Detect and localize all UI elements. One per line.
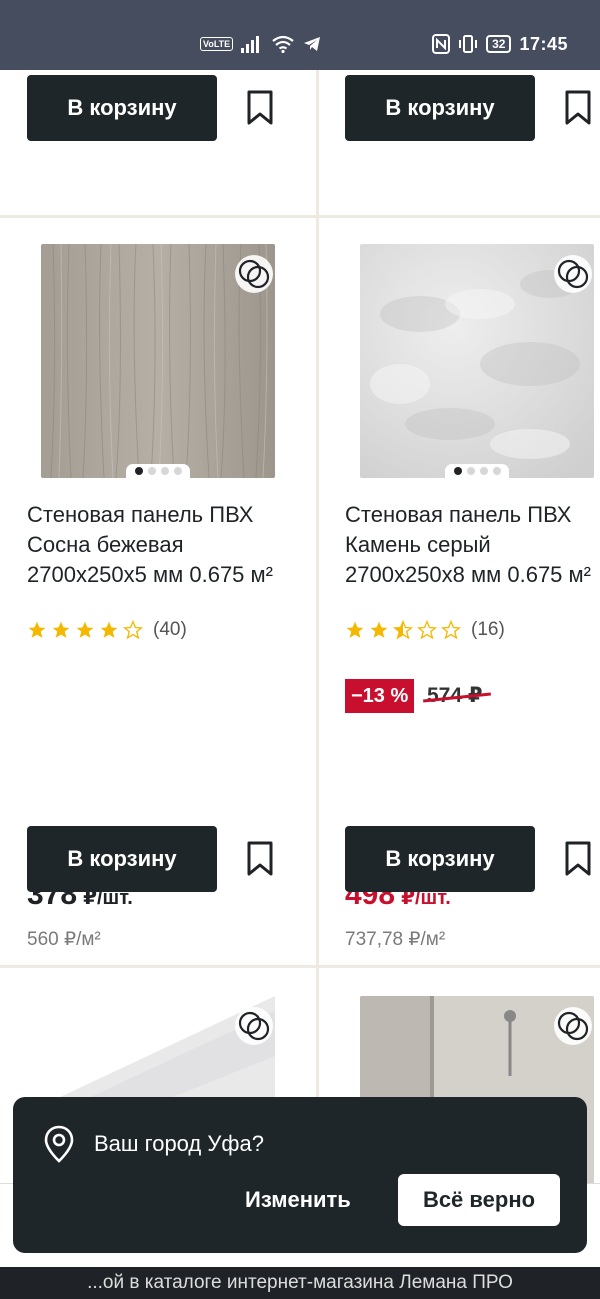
- unit-price: 560 ₽/м²: [27, 929, 101, 950]
- bookmark-icon[interactable]: [564, 841, 592, 877]
- product-rating: (40): [27, 619, 187, 641]
- bookmark-icon[interactable]: [564, 90, 592, 126]
- image-pager: [126, 464, 190, 478]
- star-empty-icon: [123, 620, 143, 640]
- status-left: VoLTE: [200, 32, 321, 56]
- review-count[interactable]: (40): [153, 619, 187, 641]
- star-empty-icon: [441, 620, 461, 640]
- star-empty-icon: [417, 620, 437, 640]
- product-title[interactable]: Стеновая панель ПВХ Камень серый 2700x25…: [345, 500, 600, 590]
- discount-badge: −13 %: [345, 679, 415, 713]
- pager-dot[interactable]: [160, 467, 169, 475]
- wifi-icon: [272, 35, 294, 53]
- product-title[interactable]: Стеновая панель ПВХ Сосна бежевая 2700x2…: [27, 500, 289, 590]
- compare-icon[interactable]: [553, 1006, 593, 1046]
- battery-icon: 32: [486, 35, 512, 53]
- pager-dot[interactable]: [147, 467, 156, 475]
- city-confirm-popup: Ваш город Уфа? Изменить Всё верно: [13, 1097, 587, 1253]
- review-count[interactable]: (16): [471, 619, 505, 641]
- footer-banner: ...ой в каталоге интернет-магазина Леман…: [0, 1267, 600, 1299]
- product-card: В корзину: [319, 70, 600, 215]
- pager-dot[interactable]: [492, 467, 501, 475]
- clock: 17:45: [519, 33, 568, 54]
- star-full-icon: [76, 621, 94, 638]
- pager-dot[interactable]: [466, 467, 475, 475]
- vibrate-icon: [459, 35, 478, 53]
- pager-dot[interactable]: [173, 467, 182, 475]
- star-half-icon: [393, 620, 413, 640]
- star-full-icon: [52, 621, 70, 638]
- location-pin-icon: [44, 1125, 74, 1163]
- star-full-icon: [346, 621, 364, 638]
- compare-icon[interactable]: [234, 1006, 274, 1046]
- volte-badge: VoLTE: [200, 37, 234, 51]
- city-question: Ваш город Уфа?: [94, 1131, 264, 1156]
- compare-icon[interactable]: [553, 254, 593, 294]
- nfc-icon: [432, 34, 451, 54]
- compare-icon[interactable]: [234, 254, 274, 294]
- star-full-icon: [370, 621, 388, 638]
- status-bar: VoLTE 32 17:45: [0, 0, 600, 70]
- star-full-icon: [28, 621, 46, 638]
- pager-dot[interactable]: [134, 467, 143, 475]
- add-to-cart-button[interactable]: В корзину: [345, 75, 535, 141]
- telegram-icon: [304, 37, 321, 51]
- bookmark-icon[interactable]: [246, 90, 274, 126]
- confirm-city-button[interactable]: Всё верно: [398, 1174, 560, 1226]
- unit-price: 737,78 ₽/м²: [345, 929, 446, 950]
- pager-dot[interactable]: [479, 467, 488, 475]
- add-to-cart-button[interactable]: В корзину: [27, 826, 217, 892]
- signal-icon: [241, 36, 260, 53]
- add-to-cart-button[interactable]: В корзину: [345, 826, 535, 892]
- star-full-icon: [100, 621, 118, 638]
- status-right: 32 17:45: [432, 32, 568, 56]
- image-pager: [445, 464, 509, 478]
- product-rating: (16): [345, 619, 505, 641]
- change-city-button[interactable]: Изменить: [245, 1187, 351, 1213]
- pager-dot[interactable]: [453, 467, 462, 475]
- bookmark-icon[interactable]: [246, 841, 274, 877]
- add-to-cart-button[interactable]: В корзину: [27, 75, 217, 141]
- product-card: В корзину: [0, 70, 316, 215]
